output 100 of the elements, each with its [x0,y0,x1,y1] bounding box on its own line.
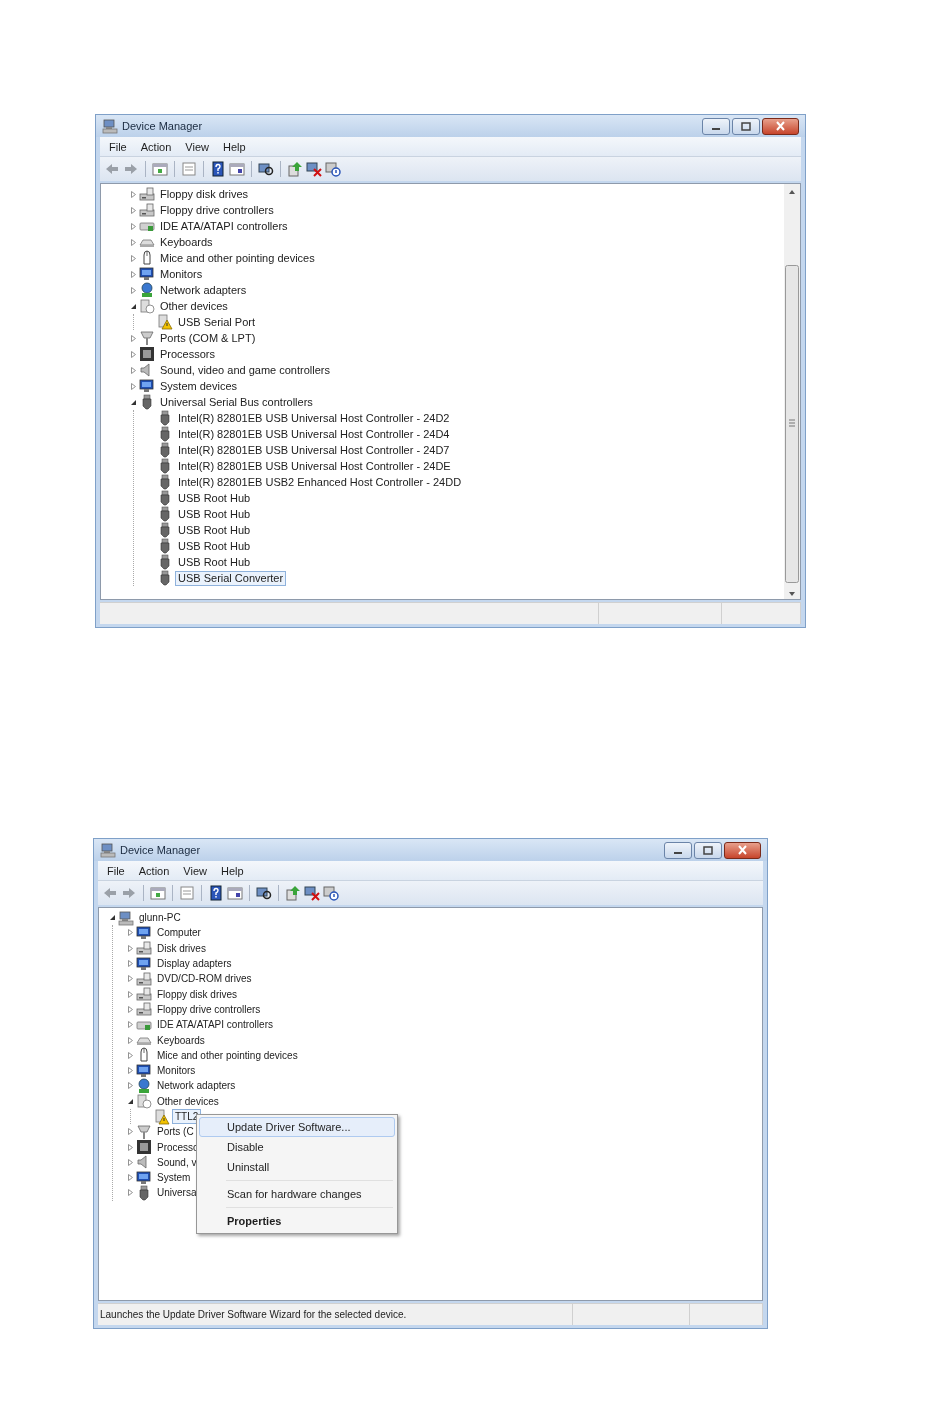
disable-icon[interactable] [323,885,339,901]
back-arrow-icon[interactable] [102,885,118,901]
tree-item[interactable]: Computer [154,925,204,941]
tree-item[interactable]: Sound, v [154,1154,200,1170]
forward-arrow-icon[interactable] [123,161,139,177]
tree-item[interactable]: Intel(R) 82801EB USB2 Enhanced Host Controller - 24DD [175,474,465,490]
tree-item[interactable]: Network adapters [154,1078,239,1094]
tree-item[interactable]: Universa [154,1185,200,1201]
tree-item[interactable]: Floppy drive controllers [157,202,277,218]
expand-arrow-icon[interactable] [129,285,138,295]
close-button[interactable] [762,117,799,135]
tree-item[interactable]: Floppy disk drives [154,986,241,1002]
tree-item[interactable]: USB Root Hub [175,490,254,506]
tree-item[interactable]: IDE ATA/ATAPI controllers [157,218,291,234]
expand-arrow-icon[interactable] [129,333,138,343]
expand-arrow-icon[interactable] [126,1050,135,1060]
menu-item[interactable]: Help [215,140,253,153]
tree-item[interactable]: Other devices [157,298,231,314]
expand-arrow-icon[interactable] [126,959,135,969]
tree-item[interactable]: IDE ATA/ATAPI controllers [154,1017,276,1033]
menu-item[interactable]: Update Driver Software... [199,1117,395,1137]
scan-icon[interactable] [256,885,272,901]
minimize-button[interactable] [664,841,692,859]
expand-arrow-icon[interactable] [126,1035,135,1045]
expand-arrow-icon[interactable] [129,221,138,231]
tree-item[interactable]: System [154,1170,194,1186]
menu-item[interactable]: File [100,864,132,877]
tree-item[interactable]: Keyboards [157,234,216,250]
tree-item[interactable]: Sound, video and game controllers [157,362,333,378]
update-icon[interactable] [285,885,301,901]
document-icon[interactable] [181,161,197,177]
forward-arrow-icon[interactable] [121,885,137,901]
tree-item[interactable]: Network adapters [157,282,250,298]
tree-item[interactable]: DVD/CD-ROM drives [154,971,255,987]
tree-item[interactable]: Intel(R) 82801EB USB Universal Host Controller - 24D2 [175,410,453,426]
help-icon[interactable] [208,885,224,901]
expand-arrow-icon[interactable] [126,943,135,953]
expand-arrow-icon[interactable] [126,1157,135,1167]
tree-item[interactable]: Floppy drive controllers [154,1001,264,1017]
expand-arrow-icon[interactable] [126,928,135,938]
menu-item[interactable]: View [176,864,214,877]
menu-item[interactable]: Disable [199,1137,395,1157]
back-arrow-icon[interactable] [104,161,120,177]
update-icon[interactable] [287,161,303,177]
tree-item[interactable]: Mice and other pointing devices [154,1047,301,1063]
tree-item[interactable]: System devices [157,378,241,394]
tree-item[interactable]: Monitors [157,266,206,282]
minimize-button[interactable] [702,117,730,135]
tree-item[interactable]: Display adapters [154,956,235,972]
tree-item[interactable]: USB Root Hub [175,522,254,538]
expand-arrow-icon[interactable] [126,1081,135,1091]
expand-arrow-icon[interactable] [129,253,138,263]
expand-arrow-icon[interactable] [129,189,138,199]
menu-item[interactable]: View [178,140,216,153]
tree-item[interactable]: Intel(R) 82801EB USB Universal Host Controller - 24D4 [175,426,453,442]
tree-item[interactable]: Floppy disk drives [157,186,252,202]
tree-item[interactable]: Keyboards [154,1032,208,1048]
expand-arrow-icon[interactable] [126,989,135,999]
tree-item[interactable]: Other devices [154,1093,222,1109]
tree-item[interactable]: Intel(R) 82801EB USB Universal Host Controller - 24D7 [175,442,453,458]
menu-item[interactable]: Properties [199,1211,395,1231]
uninstall-icon[interactable] [304,885,320,901]
expand-arrow-icon[interactable] [126,1142,135,1152]
menu-item[interactable]: Help [213,864,251,877]
expand-arrow-icon[interactable] [129,269,138,279]
tree-item[interactable]: Processors [157,346,219,362]
tree-item[interactable]: Ports (COM & LPT) [157,330,259,346]
tree-item[interactable]: Disk drives [154,940,209,956]
tree-item[interactable]: Monitors [154,1063,199,1079]
document-icon[interactable] [179,885,195,901]
menu-item[interactable]: Action [131,864,177,877]
expand-arrow-icon[interactable] [126,1173,135,1183]
tree-item[interactable]: USB Serial Converter [175,570,287,586]
expand-arrow-icon[interactable] [126,1127,135,1137]
tree-item[interactable]: Ports (C [154,1124,197,1140]
menu-item[interactable]: Action [133,140,179,153]
menu-item[interactable]: Scan for hardware changes [199,1184,395,1204]
help-icon[interactable] [210,161,226,177]
tree-item[interactable]: Intel(R) 82801EB USB Universal Host Controller - 24DE [175,458,454,474]
expand-arrow-icon[interactable] [129,237,138,247]
tree-item[interactable]: USB Root Hub [175,506,254,522]
scan-icon[interactable] [258,161,274,177]
tree-item[interactable]: Universal Serial Bus controllers [157,394,316,410]
expand-arrow-icon[interactable] [129,349,138,359]
tree-item[interactable]: USB Serial Port [175,314,259,330]
maximize-button[interactable] [732,117,760,135]
expand-arrow-icon[interactable] [126,1020,135,1030]
collapse-arrow-icon[interactable] [108,913,117,923]
expand-arrow-icon[interactable] [126,1188,135,1198]
panel-icon[interactable] [227,885,243,901]
menu-item[interactable]: File [102,140,134,153]
menu-item[interactable]: Uninstall [199,1157,395,1177]
expand-arrow-icon[interactable] [126,1066,135,1076]
expand-arrow-icon[interactable] [129,381,138,391]
expand-arrow-icon[interactable] [126,1004,135,1014]
tree-item[interactable]: USB Root Hub [175,538,254,554]
expand-arrow-icon[interactable] [129,365,138,375]
tree-item[interactable]: glunn-PC [136,910,184,926]
close-button[interactable] [724,841,761,859]
maximize-button[interactable] [694,841,722,859]
